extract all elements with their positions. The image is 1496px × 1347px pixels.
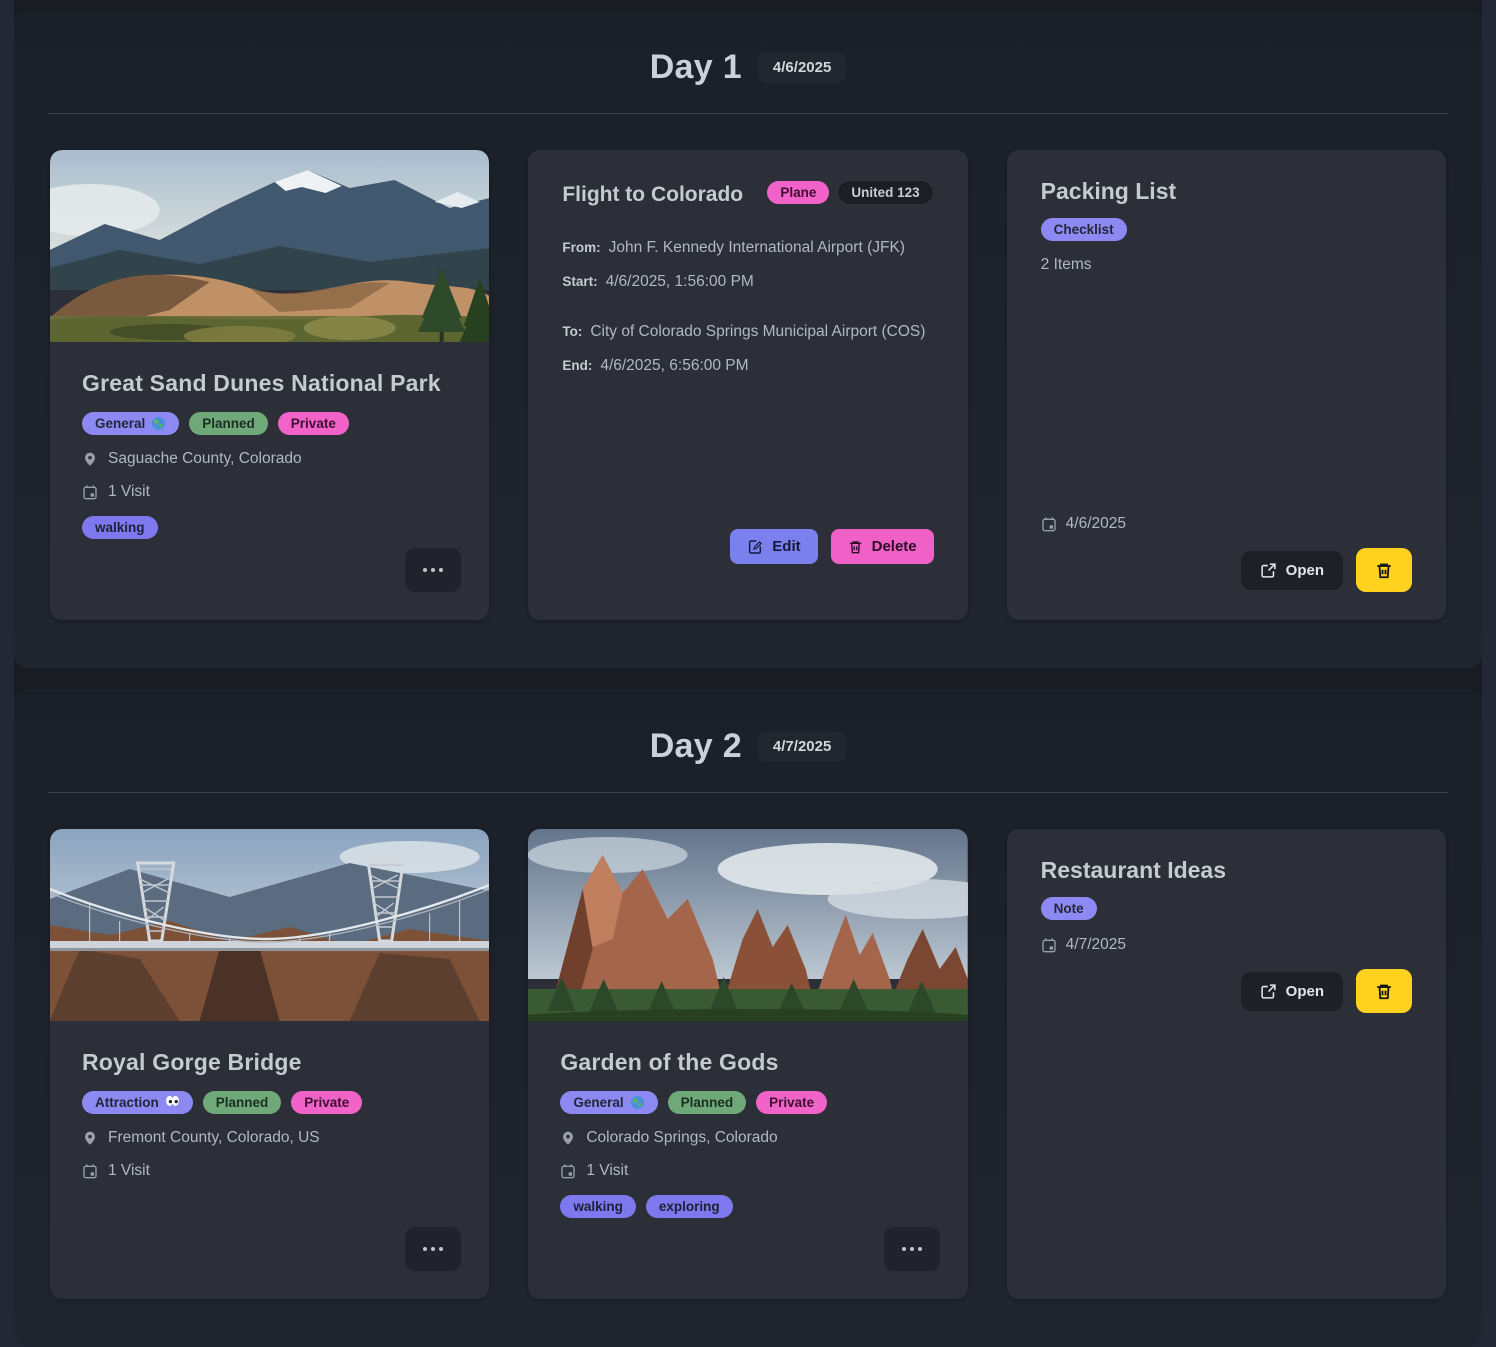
itinerary-canvas: Day 1 4/6/2025 [14, 0, 1482, 1318]
place-visits-row: 1 Visit [560, 1162, 935, 1180]
place-visits-row: 1 Visit [82, 1162, 457, 1180]
status-tag: Planned [203, 1091, 282, 1114]
calendar-icon [82, 484, 98, 500]
from-value: John F. Kennedy International Airport (J… [609, 239, 905, 256]
note-date-row: 4/7/2025 [1041, 936, 1126, 954]
flight-number-badge: United 123 [837, 180, 933, 205]
activity-tag: walking [82, 516, 158, 539]
note-type-tag: Note [1041, 897, 1097, 920]
day-1-divider [48, 113, 1448, 114]
end-label: End: [562, 358, 592, 373]
place-visits: 1 Visit [108, 1162, 150, 1180]
place-card-great-sand-dunes[interactable]: Great Sand Dunes National Park General P… [50, 150, 489, 620]
day-1-section: Day 1 4/6/2025 [14, 10, 1482, 668]
day-2-header: Day 2 4/7/2025 [50, 713, 1446, 792]
status-tag: Planned [189, 412, 268, 435]
calendar-icon [1041, 516, 1057, 532]
transport-type-tag: Plane [767, 181, 829, 204]
map-pin-icon [560, 1129, 576, 1147]
checklist-type-tag: Checklist [1041, 218, 1127, 241]
edit-icon [747, 539, 763, 555]
status-tag: Planned [668, 1091, 747, 1114]
delete-note-button[interactable] [1356, 969, 1412, 1013]
checklist-date-row: 4/6/2025 [1041, 515, 1126, 533]
day-1-title: Day 1 [650, 48, 742, 87]
day-2-divider [48, 792, 1448, 793]
delete-checklist-button[interactable] [1356, 548, 1412, 592]
day-2-section: Day 2 4/7/2025 [14, 689, 1482, 1347]
more-options-button[interactable] [405, 548, 461, 592]
calendar-icon [82, 1163, 98, 1179]
checklist-card[interactable]: Packing List Checklist 2 Items 4/6/2025 … [1007, 150, 1446, 620]
start-value: 4/6/2025, 1:56:00 PM [606, 273, 754, 290]
note-date: 4/7/2025 [1066, 936, 1126, 954]
external-link-icon [1260, 983, 1277, 1000]
place-location-row: Saguache County, Colorado [82, 450, 457, 468]
activity-tag: walking [560, 1195, 636, 1218]
note-card[interactable]: Restaurant Ideas Note 4/7/2025 Open [1007, 829, 1446, 1299]
place-title: Royal Gorge Bridge [82, 1049, 457, 1076]
flight-end-row: End: 4/6/2025, 6:56:00 PM [562, 357, 933, 375]
trash-icon [1375, 561, 1393, 580]
trash-icon [1375, 982, 1393, 1001]
place-visits: 1 Visit [108, 483, 150, 501]
more-options-button[interactable] [884, 1227, 940, 1271]
category-tag: General [82, 412, 179, 435]
place-card-royal-gorge[interactable]: Royal Gorge Bridge Attraction Planned Pr… [50, 829, 489, 1299]
flight-from-row: From: John F. Kennedy International Airpo… [562, 239, 933, 257]
place-location-row: Colorado Springs, Colorado [560, 1129, 935, 1147]
activity-tag: exploring [646, 1195, 733, 1218]
privacy-tag: Private [756, 1091, 827, 1114]
day-2-title: Day 2 [650, 727, 742, 766]
end-value: 4/6/2025, 6:56:00 PM [600, 357, 748, 374]
category-tag: General [560, 1091, 657, 1114]
flight-start-row: Start: 4/6/2025, 1:56:00 PM [562, 273, 933, 291]
place-card-garden-of-the-gods[interactable]: Garden of the Gods General Planned Priva… [528, 829, 967, 1299]
flight-card[interactable]: Flight to Colorado Plane United 123 From… [528, 150, 967, 620]
flight-to-row: To: City of Colorado Springs Municipal Ai… [562, 323, 933, 341]
day-1-date-badge: 4/6/2025 [758, 52, 846, 83]
day-2-date-badge: 4/7/2025 [758, 731, 846, 762]
start-label: Start: [562, 274, 597, 289]
privacy-tag: Private [278, 412, 349, 435]
map-pin-icon [82, 450, 98, 468]
place-photo-royal-gorge [50, 829, 489, 1021]
checklist-date: 4/6/2025 [1066, 515, 1126, 533]
place-location-row: Fremont County, Colorado, US [82, 1129, 457, 1147]
globe-icon [151, 416, 166, 431]
place-location: Saguache County, Colorado [108, 450, 302, 468]
calendar-icon [1041, 937, 1057, 953]
map-pin-icon [82, 1129, 98, 1147]
to-value: City of Colorado Springs Municipal Airpo… [590, 323, 925, 340]
eyes-icon [165, 1095, 180, 1110]
place-visits-row: 1 Visit [82, 483, 457, 501]
edit-button[interactable]: Edit [730, 529, 817, 564]
external-link-icon [1260, 562, 1277, 579]
place-photo-sand-dunes [50, 150, 489, 342]
open-button[interactable]: Open [1241, 551, 1343, 590]
privacy-tag: Private [291, 1091, 362, 1114]
globe-icon [630, 1095, 645, 1110]
open-button[interactable]: Open [1241, 972, 1343, 1011]
from-label: From: [562, 240, 600, 255]
checklist-item-count: 2 Items [1041, 256, 1092, 274]
note-title: Restaurant Ideas [1041, 857, 1226, 884]
to-label: To: [562, 324, 582, 339]
place-location: Colorado Springs, Colorado [586, 1129, 777, 1147]
place-photo-garden-of-the-gods [528, 829, 967, 1021]
delete-button[interactable]: Delete [831, 529, 934, 564]
trash-icon [848, 539, 863, 555]
category-tag: Attraction [82, 1091, 193, 1114]
more-options-button[interactable] [405, 1227, 461, 1271]
calendar-icon [560, 1163, 576, 1179]
place-title: Garden of the Gods [560, 1049, 935, 1076]
day-1-header: Day 1 4/6/2025 [50, 34, 1446, 113]
place-visits: 1 Visit [586, 1162, 628, 1180]
place-location: Fremont County, Colorado, US [108, 1129, 320, 1147]
flight-title: Flight to Colorado [562, 180, 743, 207]
place-title: Great Sand Dunes National Park [82, 370, 457, 397]
checklist-title: Packing List [1041, 178, 1176, 205]
